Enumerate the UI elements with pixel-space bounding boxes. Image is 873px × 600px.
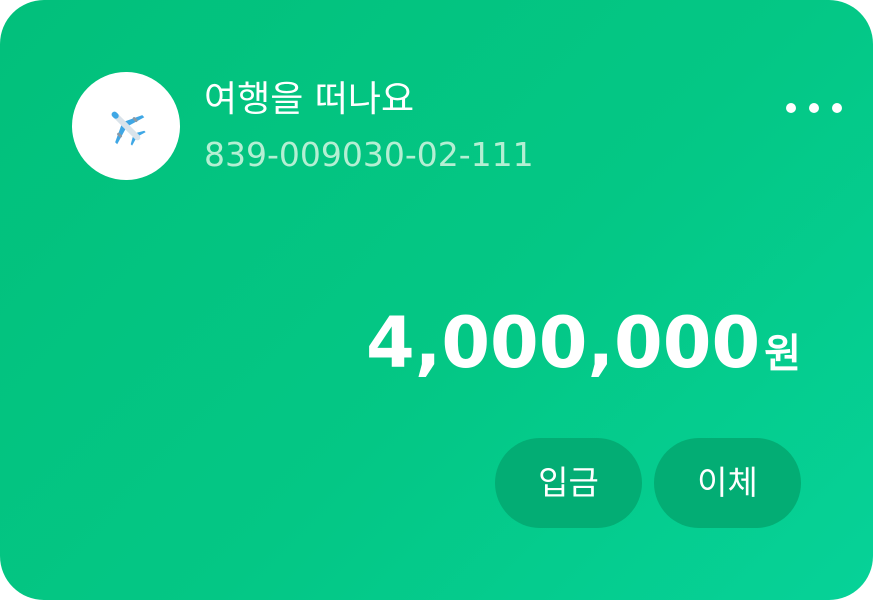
more-horizontal-icon: [832, 103, 842, 113]
more-horizontal-icon: [786, 103, 796, 113]
account-avatar: [72, 72, 180, 180]
deposit-button[interactable]: 입금: [495, 438, 642, 528]
account-name: 여행을 떠나요: [204, 79, 415, 120]
airplane-icon: [111, 111, 146, 146]
account-balance: 4,000,000 원: [366, 298, 801, 388]
balance-amount: 4,000,000: [366, 302, 761, 384]
currency-unit: 원: [764, 331, 801, 377]
account-number: 839-009030-02-111: [204, 135, 534, 174]
account-card[interactable]: 여행을 떠나요 839-009030-02-111 4,000,000 원 입금…: [0, 0, 873, 600]
transfer-button[interactable]: 이체: [654, 438, 801, 528]
more-options-button[interactable]: [786, 96, 842, 120]
more-horizontal-icon: [809, 103, 819, 113]
